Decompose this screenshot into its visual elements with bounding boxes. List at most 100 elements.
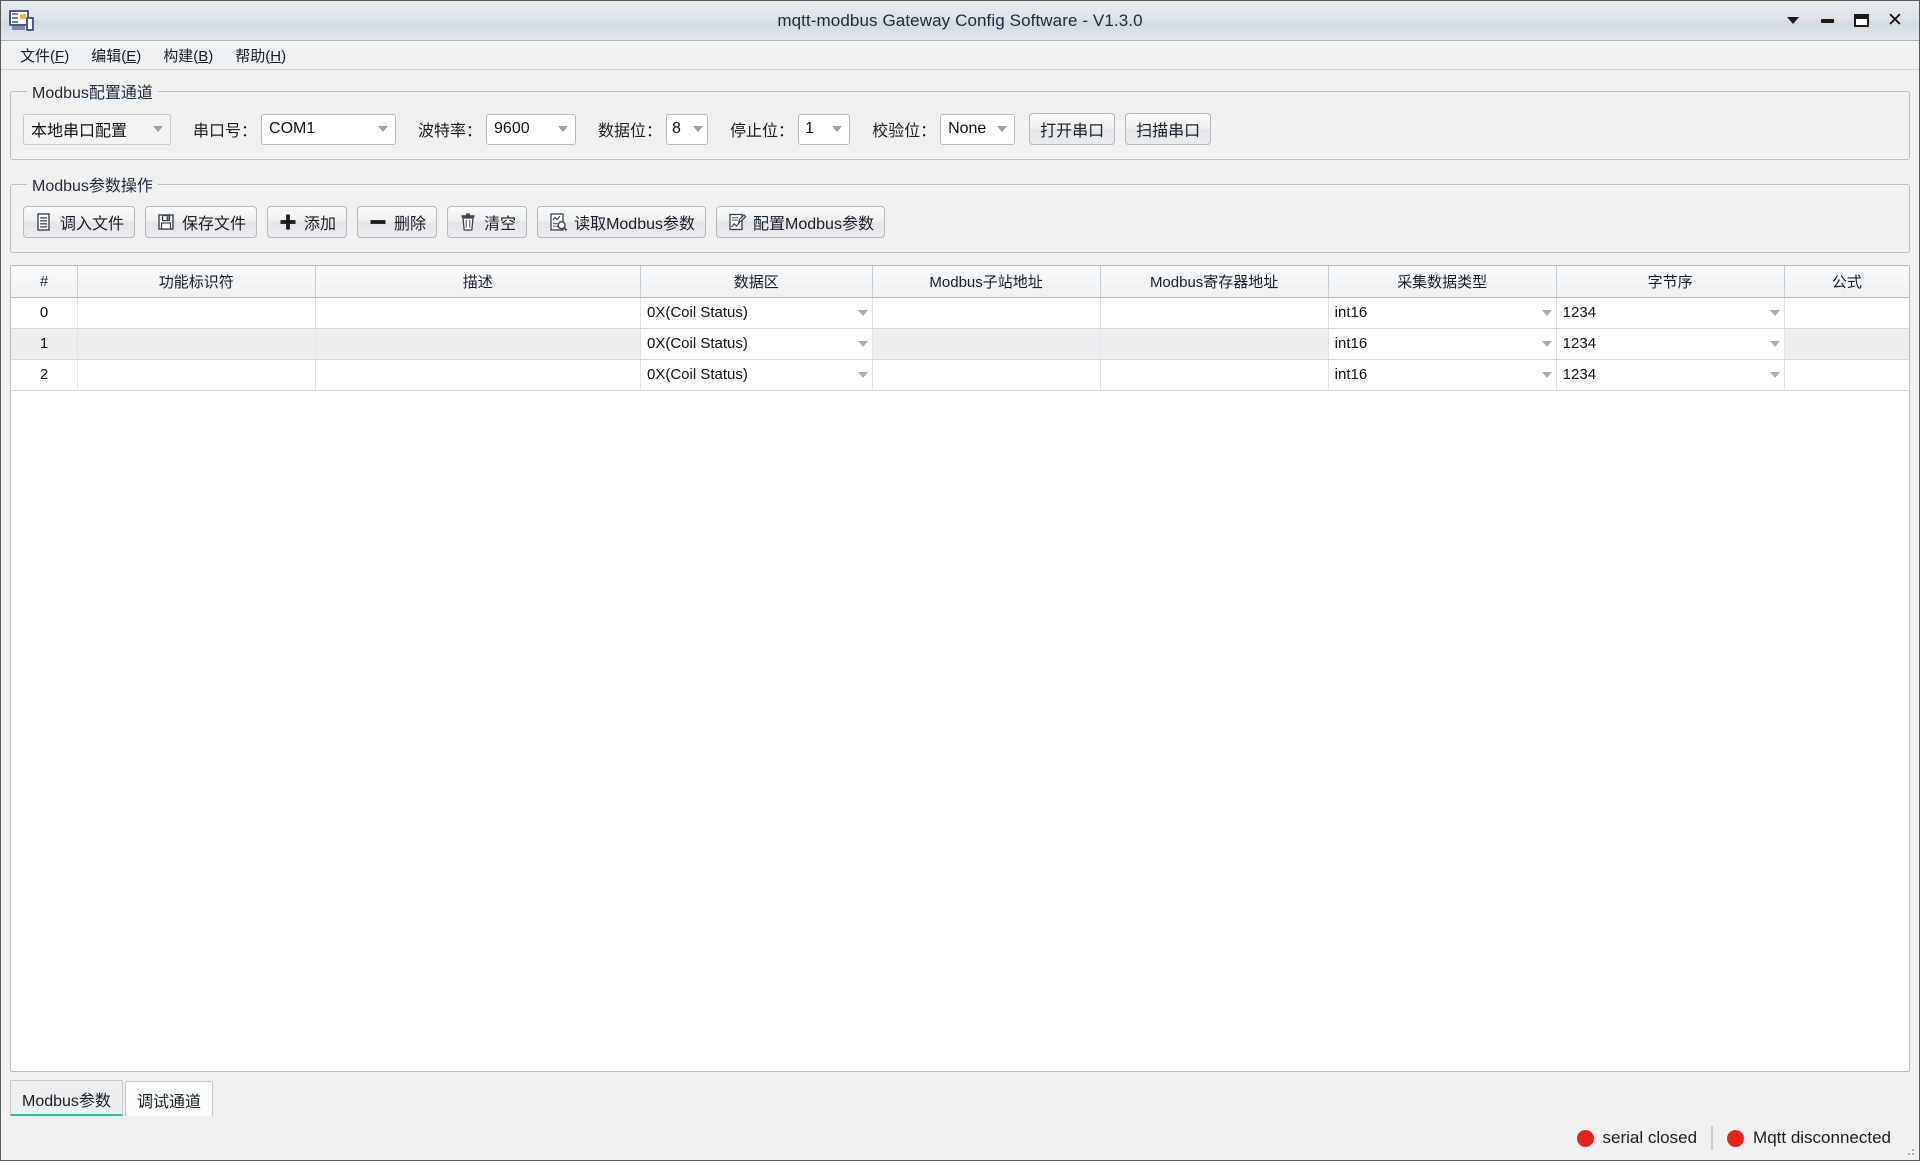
tab-modbus-params[interactable]: Modbus参数 xyxy=(10,1080,123,1117)
row-data-area[interactable]: 0X(Coil Status) xyxy=(640,359,873,391)
row-index: 1 xyxy=(11,328,78,360)
chevron-down-icon[interactable] xyxy=(1777,6,1809,36)
row-data-type[interactable]: int16 xyxy=(1328,297,1557,329)
document-search-icon xyxy=(550,213,568,232)
scan-port-button[interactable]: 扫描串口 xyxy=(1125,113,1212,145)
load-file-button[interactable]: 调入文件 xyxy=(23,206,136,238)
column-header-data-type[interactable]: 采集数据类型 xyxy=(1328,266,1557,298)
modbus-param-legend: Modbus参数操作 xyxy=(32,178,153,195)
chevron-down-icon xyxy=(693,126,704,132)
row-byte-order[interactable]: 1234 xyxy=(1556,328,1785,360)
row-index: 0 xyxy=(11,297,78,329)
chevron-down-icon xyxy=(153,126,163,132)
modbus-config-legend: Modbus配置通道 xyxy=(32,85,153,102)
row-identifier[interactable] xyxy=(77,328,316,360)
column-header-data-area[interactable]: 数据区 xyxy=(640,266,873,298)
param-table: # 功能标识符 描述 数据区 Modbus子站地址 Modbus寄存器地址 采集… xyxy=(11,266,1909,391)
chevron-down-icon xyxy=(1541,371,1552,378)
row-data-area[interactable]: 0X(Coil Status) xyxy=(640,328,873,360)
save-file-button[interactable]: 保存文件 xyxy=(145,206,258,238)
application-window: mqtt-modbus Gateway Config Software - V1… xyxy=(0,0,1920,1161)
column-header-identifier[interactable]: 功能标识符 xyxy=(77,266,316,298)
config-mode-select[interactable]: 本地串口配置 xyxy=(23,113,171,145)
row-register-address[interactable] xyxy=(1100,359,1329,391)
databits-select[interactable]: 8 xyxy=(666,113,709,145)
column-header-formula[interactable]: 公式 xyxy=(1784,266,1909,298)
row-slave-address[interactable] xyxy=(872,297,1101,329)
config-modbus-params-button[interactable]: 配置Modbus参数 xyxy=(716,206,885,238)
title-bar: mqtt-modbus Gateway Config Software - V1… xyxy=(1,1,1919,41)
modbus-param-table[interactable]: # 功能标识符 描述 数据区 Modbus子站地址 Modbus寄存器地址 采集… xyxy=(10,265,1910,1072)
resize-grip[interactable] xyxy=(1904,1145,1916,1157)
document-list-icon xyxy=(37,213,50,231)
port-label: 串口号： xyxy=(193,123,258,140)
minimize-icon[interactable] xyxy=(1811,6,1843,36)
window-title: mqtt-modbus Gateway Config Software - V1… xyxy=(777,10,1143,30)
modbus-param-group: Modbus参数操作 调入文件 保存文件 添加 删除 清空 读取Modbus参数… xyxy=(10,172,1910,253)
monitor-icon xyxy=(8,9,34,33)
databits-label: 数据位： xyxy=(598,123,663,140)
chevron-down-icon xyxy=(857,309,868,316)
row-identifier[interactable] xyxy=(77,359,316,391)
chevron-down-icon xyxy=(1769,371,1780,378)
baud-select[interactable]: 9600 xyxy=(486,113,577,145)
column-header-register-address[interactable]: Modbus寄存器地址 xyxy=(1100,266,1329,298)
row-register-address[interactable] xyxy=(1100,297,1329,329)
chevron-down-icon xyxy=(997,126,1008,132)
status-dot-icon xyxy=(1576,1129,1594,1147)
row-description[interactable] xyxy=(315,359,641,391)
delete-row-button[interactable]: 删除 xyxy=(357,206,438,238)
port-select[interactable]: COM1 xyxy=(261,113,397,145)
table-row[interactable]: 0 0X(Coil Status) int16 1234 xyxy=(11,297,1909,329)
bottom-tab-bar: Modbus参数 调试通道 xyxy=(1,1080,1919,1117)
row-data-type[interactable]: int16 xyxy=(1328,328,1557,360)
tab-debug-channel[interactable]: 调试通道 xyxy=(124,1081,213,1117)
close-icon[interactable]: ✕ xyxy=(1879,6,1911,36)
row-data-area[interactable]: 0X(Coil Status) xyxy=(640,297,873,329)
chevron-down-icon xyxy=(832,126,843,132)
param-toolbar: 调入文件 保存文件 添加 删除 清空 读取Modbus参数 配置Modbus参数 xyxy=(23,206,1897,238)
minus-icon xyxy=(370,220,386,224)
status-bar: serial closed Mqtt disconnected xyxy=(1,1116,1919,1160)
parity-select[interactable]: None xyxy=(940,113,1016,145)
menu-item-file[interactable]: 文件(F) xyxy=(9,41,80,70)
chevron-down-icon xyxy=(1769,309,1780,316)
open-port-button[interactable]: 打开串口 xyxy=(1029,113,1116,145)
stopbits-select[interactable]: 1 xyxy=(798,113,851,145)
clear-all-button[interactable]: 清空 xyxy=(447,206,528,238)
row-identifier[interactable] xyxy=(77,297,316,329)
read-modbus-params-button[interactable]: 读取Modbus参数 xyxy=(537,206,707,238)
trash-icon xyxy=(461,213,475,231)
menu-item-help[interactable]: 帮助(H) xyxy=(224,41,297,70)
row-description[interactable] xyxy=(315,328,641,360)
table-row[interactable]: 1 0X(Coil Status) int16 1234 xyxy=(11,328,1909,360)
row-data-type[interactable]: int16 xyxy=(1328,359,1557,391)
table-row[interactable]: 2 0X(Coil Status) int16 1234 xyxy=(11,359,1909,391)
column-header-description[interactable]: 描述 xyxy=(315,266,641,298)
column-header-index[interactable]: # xyxy=(11,266,78,298)
menu-item-build[interactable]: 构建(B) xyxy=(152,41,224,70)
add-row-button[interactable]: 添加 xyxy=(267,206,348,238)
parity-label: 校验位： xyxy=(872,123,937,140)
column-header-slave-address[interactable]: Modbus子站地址 xyxy=(872,266,1101,298)
row-byte-order[interactable]: 1234 xyxy=(1556,359,1785,391)
row-description[interactable] xyxy=(315,297,641,329)
row-slave-address[interactable] xyxy=(872,359,1101,391)
menu-item-edit[interactable]: 编辑(E) xyxy=(80,41,152,70)
main-content: Modbus配置通道 本地串口配置 串口号： COM1 波特率： 9600 数据… xyxy=(1,70,1919,1080)
row-formula[interactable] xyxy=(1784,359,1909,391)
menu-bar: 文件(F) 编辑(E) 构建(B) 帮助(H) xyxy=(1,41,1919,70)
baud-label: 波特率： xyxy=(418,123,483,140)
row-register-address[interactable] xyxy=(1100,328,1329,360)
row-byte-order[interactable]: 1234 xyxy=(1556,297,1785,329)
table-header-row: # 功能标识符 描述 数据区 Modbus子站地址 Modbus寄存器地址 采集… xyxy=(11,266,1909,298)
row-slave-address[interactable] xyxy=(872,328,1101,360)
plus-icon xyxy=(280,214,296,230)
chevron-down-icon xyxy=(1541,309,1552,316)
maximize-icon[interactable] xyxy=(1845,6,1877,36)
serial-settings-row: 本地串口配置 串口号： COM1 波特率： 9600 数据位： 8 停止位： 1… xyxy=(23,113,1897,145)
row-formula[interactable] xyxy=(1784,297,1909,329)
chevron-down-icon xyxy=(1769,340,1780,347)
row-formula[interactable] xyxy=(1784,328,1909,360)
column-header-byte-order[interactable]: 字节序 xyxy=(1556,266,1785,298)
